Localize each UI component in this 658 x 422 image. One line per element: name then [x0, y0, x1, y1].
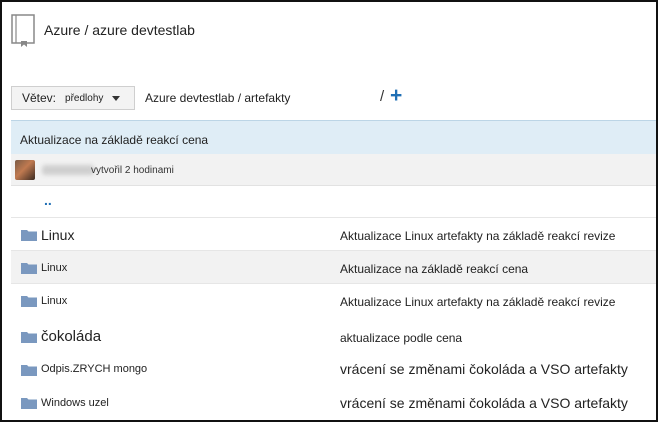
- branch-label: Větev:: [22, 91, 57, 105]
- folder-icon: [21, 396, 37, 414]
- file-name[interactable]: Linux: [41, 227, 74, 243]
- table-row[interactable]: čokoláda aktualizace podle cena: [11, 319, 656, 352]
- repo-icon: [11, 14, 37, 53]
- table-row[interactable]: Linux Aktualizace Linux artefakty na zák…: [11, 217, 656, 250]
- author-name-redacted: [42, 165, 94, 175]
- table-row[interactable]: Linux Aktualizace na základě reakcí cena: [11, 250, 656, 283]
- window-frame: Azure / azure devtestlab Větev: předlohy…: [0, 0, 658, 422]
- folder-icon: [21, 330, 37, 348]
- file-commit-message[interactable]: Aktualizace Linux artefakty na základě r…: [340, 229, 615, 243]
- table-row[interactable]: Linux Aktualizace Linux artefakty na zák…: [11, 283, 656, 316]
- file-name[interactable]: Linux: [41, 262, 67, 274]
- table-row[interactable]: Windows uzel vrácení se změnami čokoláda…: [11, 385, 656, 418]
- parent-folder-link[interactable]: ..: [44, 192, 52, 208]
- path-separator: /: [380, 88, 385, 105]
- avatar: [15, 160, 35, 180]
- commit-author-row: vytvořil 2 hodinami: [11, 154, 656, 186]
- file-commit-message[interactable]: Aktualizace na základě reakcí cena: [340, 262, 528, 276]
- latest-commit-bar: Aktualizace na základě reakcí cena: [11, 120, 656, 154]
- branch-value: předlohy: [65, 92, 104, 104]
- plus-icon[interactable]: +: [390, 84, 402, 108]
- file-commit-message[interactable]: aktualizace podle cena: [340, 331, 462, 345]
- file-commit-message[interactable]: Aktualizace Linux artefakty na základě r…: [340, 295, 615, 309]
- repo-title[interactable]: Azure / azure devtestlab: [44, 22, 195, 38]
- branch-selector[interactable]: Větev: předlohy: [11, 86, 135, 110]
- commit-time: vytvořil 2 hodinami: [91, 165, 174, 176]
- file-name[interactable]: Odpis.ZRYCH mongo: [41, 363, 147, 375]
- folder-icon: [21, 228, 37, 246]
- file-commit-message[interactable]: vrácení se změnami čokoláda a VSO artefa…: [340, 361, 628, 377]
- file-commit-message[interactable]: vrácení se změnami čokoláda a VSO artefa…: [340, 395, 628, 411]
- folder-icon: [21, 261, 37, 279]
- chevron-down-icon: [112, 95, 121, 101]
- folder-icon: [21, 294, 37, 312]
- table-row[interactable]: Odpis.ZRYCH mongo vrácení se změnami čok…: [11, 352, 656, 385]
- file-name[interactable]: čokoláda: [41, 328, 101, 345]
- file-name[interactable]: Linux: [41, 295, 67, 307]
- commit-message[interactable]: Aktualizace na základě reakcí cena: [20, 133, 208, 147]
- repo-header: Azure / azure devtestlab: [2, 2, 656, 62]
- breadcrumb-path[interactable]: Azure devtestlab / artefakty: [145, 91, 290, 105]
- file-name[interactable]: Windows uzel: [41, 397, 109, 409]
- folder-icon: [21, 363, 37, 381]
